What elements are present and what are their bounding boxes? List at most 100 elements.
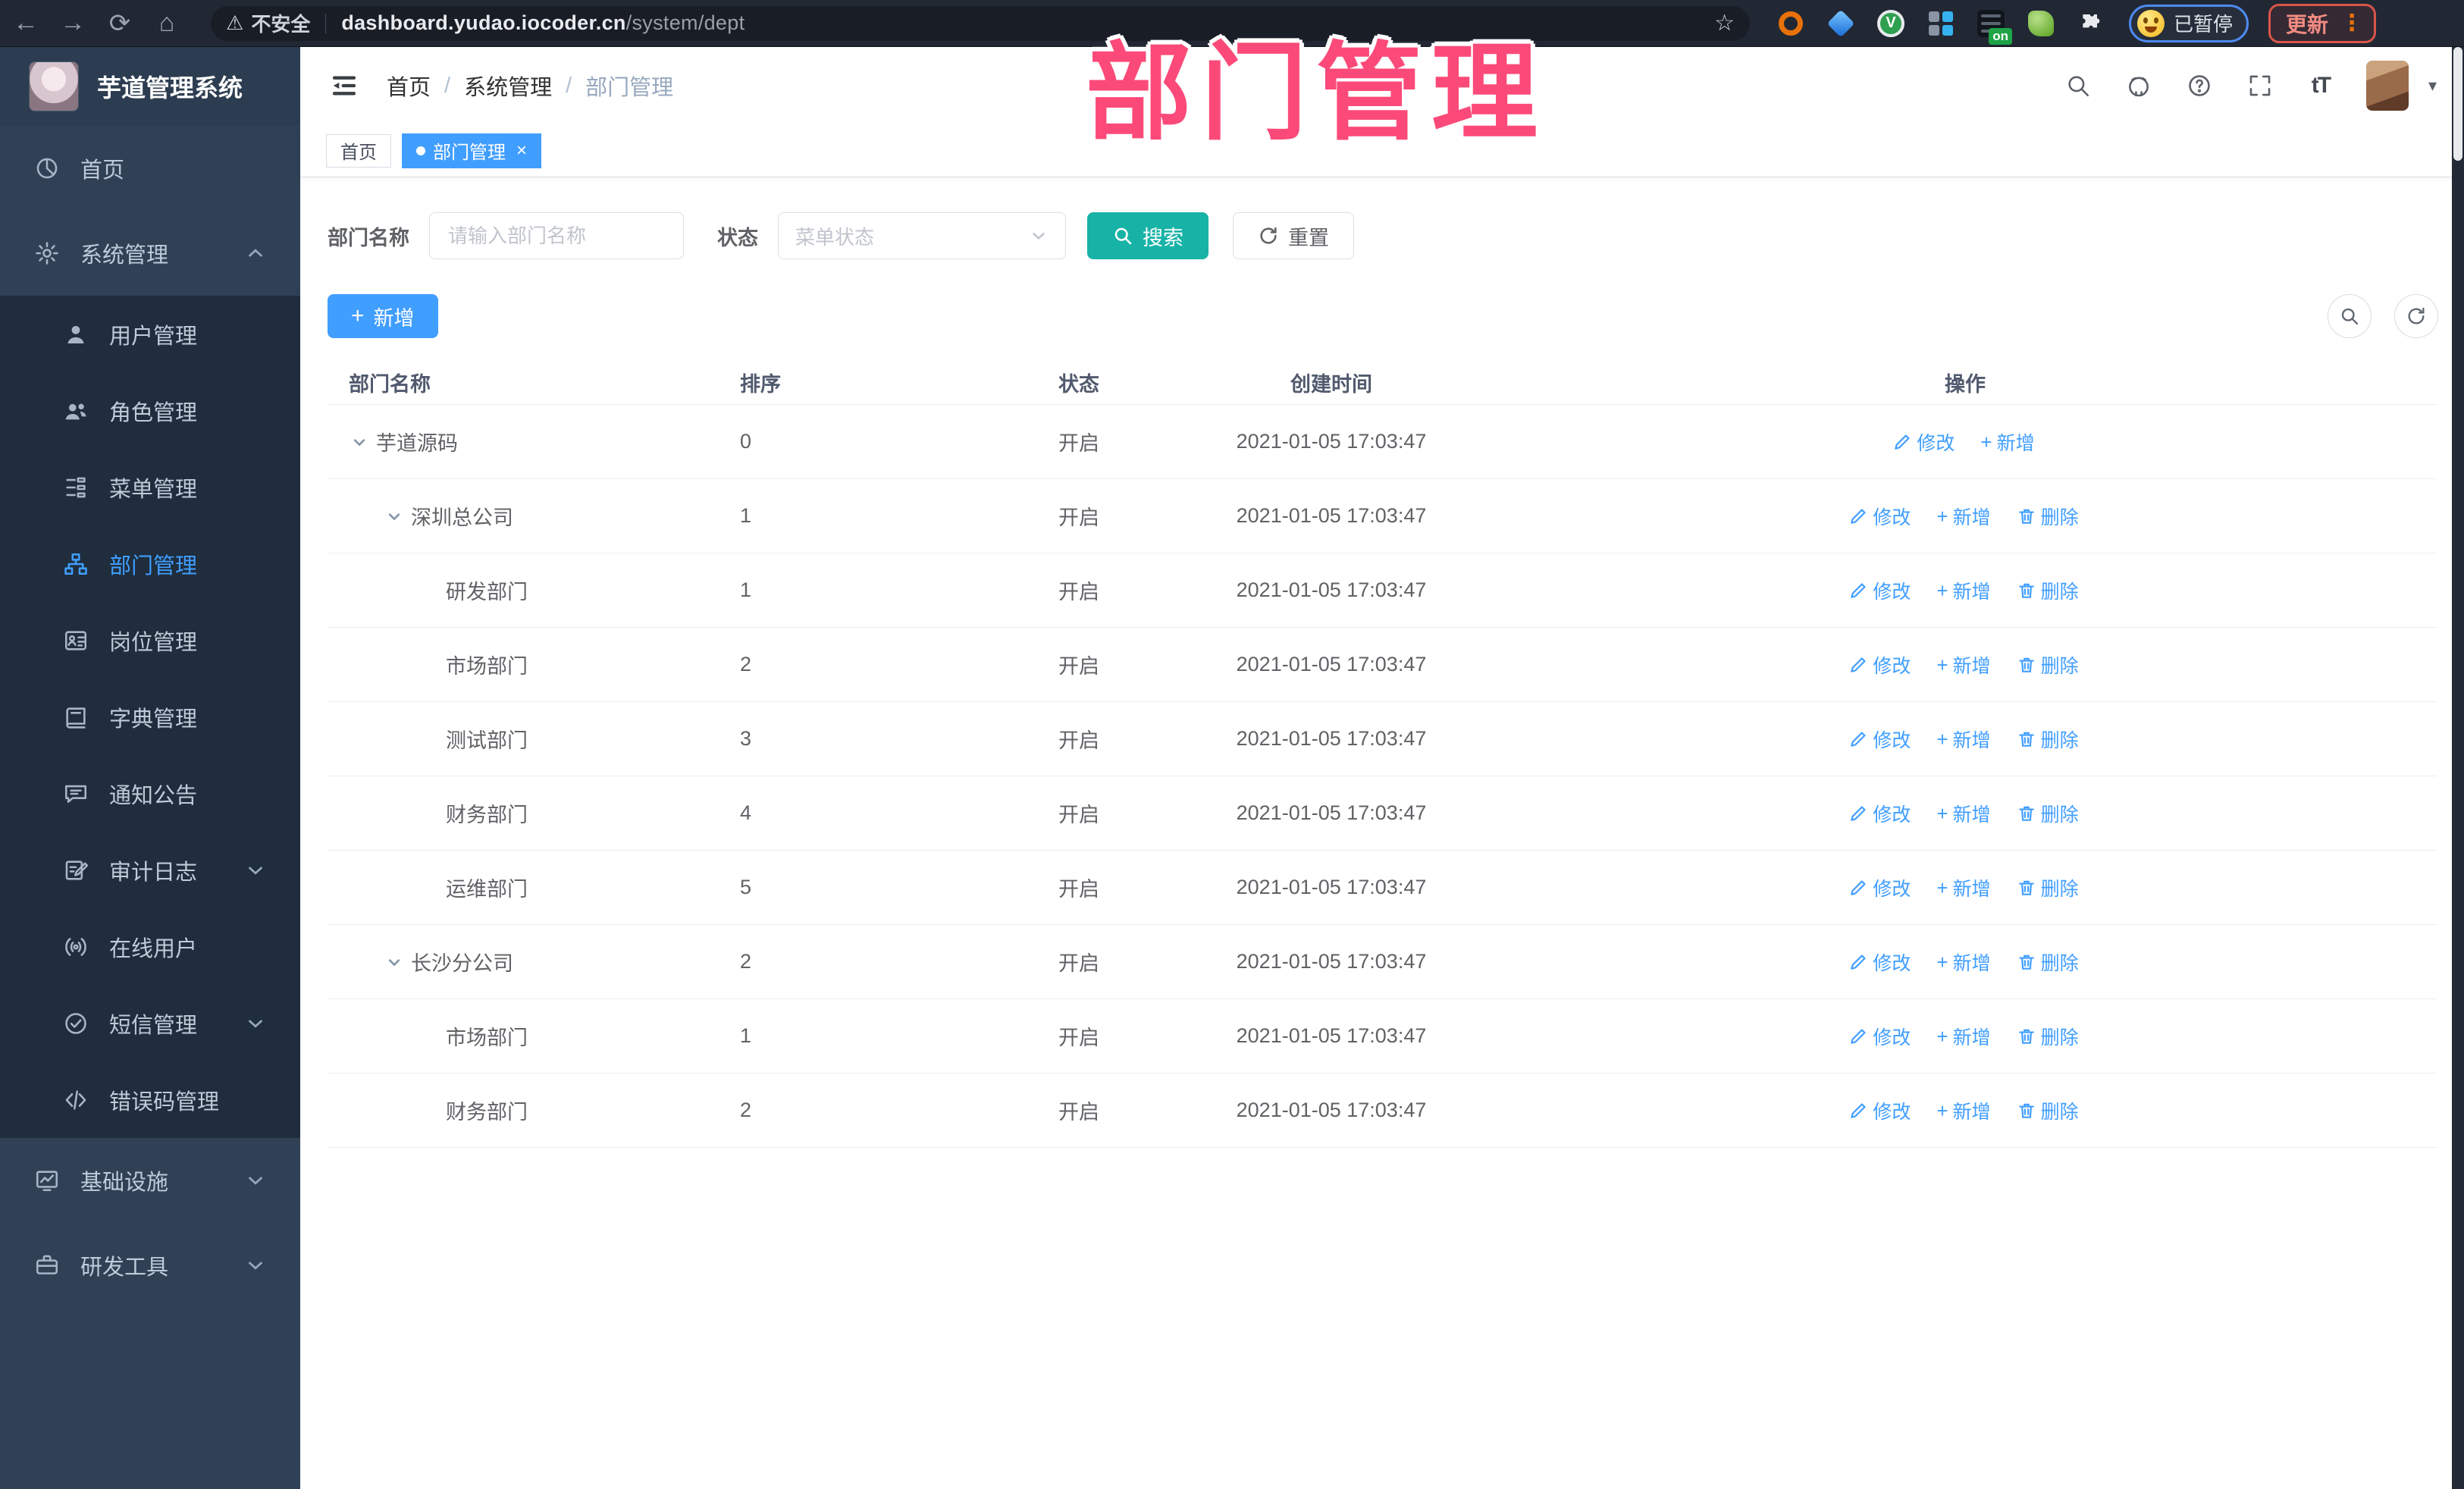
chevron-down-icon — [244, 859, 267, 882]
add-action-link[interactable]: + 新增 — [1936, 800, 1990, 827]
sidebar-item-6[interactable]: 岗位管理 — [0, 602, 300, 679]
gem-extension-icon[interactable] — [1826, 8, 1856, 39]
cell-actions: 修改 + 新增 — [1491, 428, 2437, 456]
cell-actions: 修改 + 新增 删除 — [1491, 726, 2437, 753]
delete-action-link[interactable]: 删除 — [2017, 948, 2079, 976]
sidebar-item-4[interactable]: 菜单管理 — [0, 449, 300, 525]
sidebar-item-3[interactable]: 角色管理 — [0, 372, 300, 449]
extensions-puzzle-icon[interactable] — [2076, 8, 2106, 39]
expand-arrow-icon[interactable] — [384, 506, 411, 527]
tag-1[interactable]: 部门管理 × — [402, 133, 542, 168]
edit-action-link[interactable]: 修改 — [1892, 428, 1955, 456]
status-select[interactable]: 菜单状态 — [778, 212, 1066, 259]
scrollbar-thumb[interactable] — [2453, 47, 2462, 161]
sidebar-item-7[interactable]: 字典管理 — [0, 679, 300, 755]
cell-actions: 修改 + 新增 删除 — [1491, 651, 2437, 679]
expand-arrow-icon[interactable] — [384, 951, 411, 973]
refresh-table-button[interactable] — [2394, 294, 2438, 338]
browser-menu-kebab-icon[interactable]: ⋮ — [2340, 12, 2363, 35]
edit-action-link[interactable]: 修改 — [1848, 874, 1911, 901]
delete-action-link[interactable]: 删除 — [2017, 1097, 2079, 1124]
tag-0[interactable]: 首页 — [326, 133, 391, 168]
add-action-link[interactable]: + 新增 — [1936, 726, 1990, 753]
cell-sort: 5 — [740, 876, 752, 898]
breadcrumb-item-1[interactable]: 系统管理 — [464, 70, 552, 102]
edit-action-link[interactable]: 修改 — [1848, 503, 1911, 530]
not-secure-warning[interactable]: ⚠ 不安全 — [226, 9, 310, 37]
reset-button[interactable]: 重置 — [1233, 212, 1354, 259]
edit-action-link[interactable]: 修改 — [1848, 577, 1911, 604]
sidebar-item-10[interactable]: 在线用户 — [0, 908, 300, 985]
breadcrumb-item-0[interactable]: 首页 — [387, 70, 431, 102]
edit-action-link[interactable]: 修改 — [1848, 948, 1911, 976]
grid-extension-icon[interactable] — [1926, 8, 1956, 39]
sidebar-item-5[interactable]: 部门管理 — [0, 525, 300, 602]
app-title: 芋道管理系统 — [97, 74, 243, 102]
add-action-link[interactable]: + 新增 — [1936, 577, 1990, 604]
add-action-link[interactable]: + 新增 — [1936, 948, 1990, 976]
profile-paused-pill[interactable]: 已暂停 — [2129, 4, 2249, 42]
sidebar-collapse-icon[interactable] — [328, 69, 361, 102]
sidebar-item-13[interactable]: 基础设施 — [0, 1138, 300, 1223]
edit-action-link[interactable]: 修改 — [1848, 651, 1911, 679]
add-action-link[interactable]: + 新增 — [1936, 1023, 1990, 1050]
delete-action-link[interactable]: 删除 — [2017, 800, 2079, 827]
sidebar-item-8[interactable]: 通知公告 — [0, 755, 300, 832]
bookmark-star-icon[interactable]: ☆ — [1714, 10, 1735, 36]
add-action-link[interactable]: + 新增 — [1936, 1097, 1990, 1124]
sidebar-item-12[interactable]: 错误码管理 — [0, 1061, 300, 1138]
caret-down-icon[interactable]: ▾ — [2428, 76, 2437, 96]
github-icon[interactable] — [2124, 71, 2154, 101]
browser-forward-icon[interactable]: → — [52, 2, 94, 45]
search-button[interactable]: 搜索 — [1087, 212, 1208, 259]
target-extension-icon[interactable] — [1776, 8, 1806, 39]
page-scrollbar[interactable] — [2452, 47, 2464, 1489]
delete-action-link[interactable]: 删除 — [2017, 503, 2079, 530]
delete-action-link[interactable]: 删除 — [2017, 1023, 2079, 1050]
delete-action-link[interactable]: 删除 — [2017, 726, 2079, 753]
chevron-down-icon — [244, 1169, 267, 1192]
browser-back-icon[interactable]: ← — [5, 2, 47, 45]
delete-action-link[interactable]: 删除 — [2017, 874, 2079, 901]
edit-action-link[interactable]: 修改 — [1848, 1097, 1911, 1124]
toggle-search-button[interactable] — [2328, 294, 2372, 338]
fullscreen-icon[interactable] — [2245, 71, 2275, 101]
cell-create-time: 2021-01-05 17:03:47 — [1236, 1099, 1427, 1121]
add-action-link[interactable]: + 新增 — [1936, 503, 1990, 530]
search-icon[interactable] — [2063, 71, 2093, 101]
tabs-extension-icon[interactable]: on — [1976, 8, 2012, 45]
sidebar-item-1[interactable]: 系统管理 — [0, 211, 300, 296]
expand-arrow-icon[interactable] — [349, 431, 376, 453]
action-label: 删除 — [2040, 581, 2079, 603]
help-icon[interactable] — [2184, 71, 2215, 101]
close-icon[interactable]: × — [516, 140, 527, 161]
delete-action-link[interactable]: 删除 — [2017, 577, 2079, 604]
cell-sort: 4 — [740, 801, 752, 824]
edit-action-link[interactable]: 修改 — [1848, 726, 1911, 753]
fontsize-icon[interactable]: tT — [2306, 71, 2336, 101]
app-logo-bar[interactable]: 芋道管理系统 — [0, 47, 300, 126]
edit-icon — [1848, 581, 1868, 600]
sidebar-item-11[interactable]: 短信管理 — [0, 985, 300, 1061]
leaf-extension-icon[interactable] — [2026, 8, 2056, 39]
v-extension-icon[interactable]: V — [1876, 8, 1906, 39]
browser-reload-icon[interactable]: ⟳ — [99, 2, 141, 45]
sidebar-item-0[interactable]: 首页 — [0, 126, 300, 211]
delete-action-link[interactable]: 删除 — [2017, 651, 2079, 679]
user-avatar[interactable] — [2365, 61, 2409, 111]
active-dot — [416, 146, 425, 155]
edit-action-link[interactable]: 修改 — [1848, 1023, 1911, 1050]
add-dept-button[interactable]: + 新增 — [328, 294, 438, 338]
sidebar-item-2[interactable]: 用户管理 — [0, 296, 300, 372]
users-icon — [62, 398, 89, 424]
edit-action-link[interactable]: 修改 — [1848, 800, 1911, 827]
add-action-link[interactable]: + 新增 — [1936, 651, 1990, 679]
browser-home-icon[interactable]: ⌂ — [146, 2, 188, 45]
add-action-link[interactable]: + 新增 — [1980, 428, 2034, 456]
sidebar-item-9[interactable]: 审计日志 — [0, 832, 300, 908]
add-action-link[interactable]: + 新增 — [1936, 874, 1990, 901]
url-path: /system/dept — [625, 11, 745, 34]
dept-name-input[interactable] — [429, 212, 684, 259]
sidebar-item-14[interactable]: 研发工具 — [0, 1223, 300, 1308]
browser-update-button[interactable]: 更新 ⋮ — [2268, 3, 2377, 43]
